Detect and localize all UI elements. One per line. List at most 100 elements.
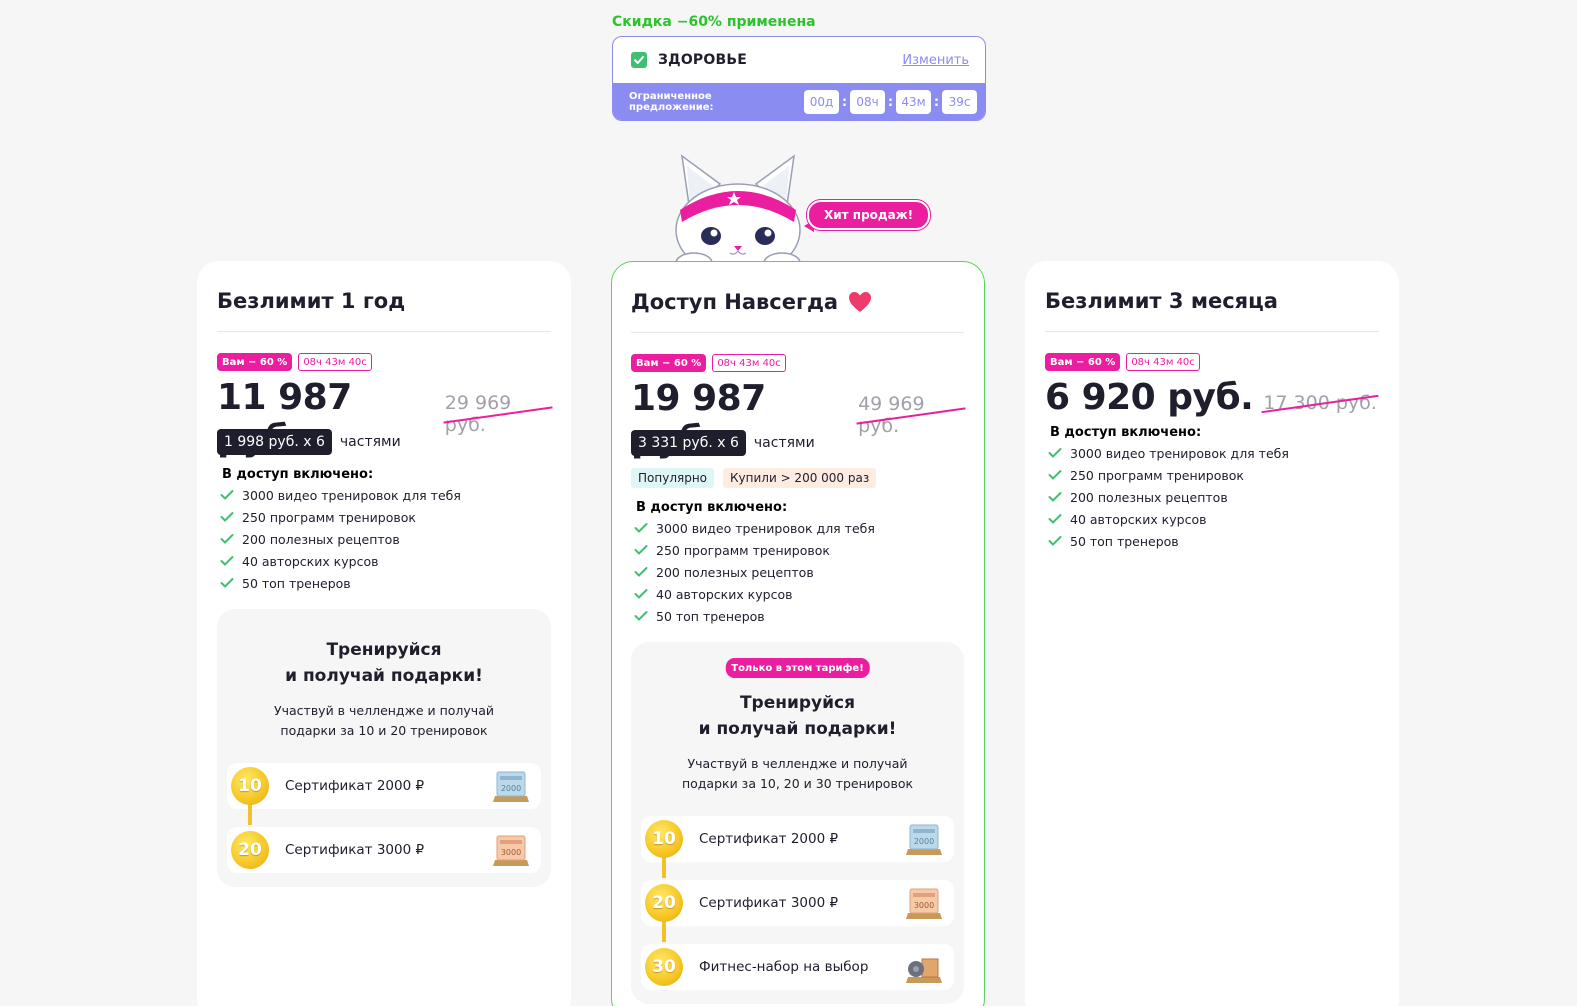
gift-coin: 10: [231, 767, 269, 805]
included-title: В доступ включено:: [222, 467, 374, 482]
gift-item: 10 Сертификат 2000 ₽ 2000: [227, 763, 541, 809]
check-icon: [634, 523, 648, 533]
timer-badge: 08ч 43м 40с: [1126, 353, 1200, 371]
feature-item: 40 авторских курсов: [217, 550, 551, 572]
gifts-title: Тренируйся и получай подарки!: [285, 640, 483, 686]
promo-code-name: ЗДОРОВЬЕ: [658, 52, 747, 68]
gift-item: 30 Фитнес-набор на выбор: [641, 944, 954, 990]
feature-item: 200 полезных рецептов: [1045, 486, 1379, 508]
check-icon: [220, 578, 234, 588]
gifts-description: Участвуй в челлендже и получай подарки за…: [681, 756, 914, 791]
gift-name: Сертификат 3000 ₽: [285, 842, 425, 858]
feature-item: 250 программ тренировок: [217, 506, 551, 528]
svg-text:3000: 3000: [914, 901, 934, 910]
bought-count-tag: Купили > 200 000 раз: [723, 468, 877, 488]
change-promo-link[interactable]: Изменить: [902, 53, 969, 68]
check-icon: [634, 611, 648, 621]
gift-connector: [662, 856, 666, 878]
discount-badge: Вам − 60 %: [217, 353, 293, 371]
gift-coin: 20: [645, 884, 683, 922]
plan-title: Безлимит 1 год: [217, 289, 406, 313]
plan-card-forever[interactable]: Доступ Навсегда Вам − 60 % 08ч 43м 40с 1…: [611, 261, 985, 1006]
certificate-3000-icon: 3000: [493, 835, 529, 866]
cat-mascot-icon: [675, 154, 801, 275]
old-price: 49 969 руб.: [858, 393, 964, 437]
svg-text:2000: 2000: [914, 837, 934, 846]
gifts-block: Только в этом тарифе! Тренируйся и получа…: [631, 642, 964, 1004]
feature-list: 3000 видео тренировок для тебя 250 прогр…: [631, 517, 964, 627]
check-icon: [1048, 448, 1062, 458]
gift-item: 20 Сертификат 3000 ₽ 3000: [641, 880, 954, 926]
plan-title: Доступ Навсегда: [631, 290, 839, 314]
installment-amount: 3 331 руб. x 6: [631, 430, 746, 456]
timer-hours: 08ч: [850, 90, 885, 114]
limited-offer-label: Ограниченное предложение:: [629, 91, 714, 113]
discount-badge: Вам − 60 %: [1045, 353, 1121, 371]
gift-name: Сертификат 2000 ₽: [285, 778, 425, 794]
check-icon: [220, 534, 234, 544]
promo-applied-note: Скидка −60% применена: [612, 14, 816, 30]
gifts-title: Тренируйся и получай подарки!: [698, 693, 897, 739]
discount-badge: Вам − 60 %: [631, 354, 707, 372]
feature-item: 3000 видео тренировок для тебя: [631, 517, 964, 539]
feature-item: 40 авторских курсов: [631, 583, 964, 605]
feature-item: 200 полезных рецептов: [631, 561, 964, 583]
divider: [1045, 331, 1379, 332]
gift-item: 10 Сертификат 2000 ₽ 2000: [641, 816, 954, 862]
feature-item: 250 программ тренировок: [1045, 464, 1379, 486]
certificate-2000-icon: 2000: [906, 824, 942, 855]
feature-item: 50 топ тренеров: [631, 605, 964, 627]
check-icon: [634, 589, 648, 599]
included-title: В доступ включено:: [636, 500, 788, 515]
gift-item: 20 Сертификат 3000 ₽ 3000: [227, 827, 541, 873]
gift-coin: 20: [231, 831, 269, 869]
plan-card-3-months[interactable]: Безлимит 3 месяца Вам − 60 % 08ч 43м 40с…: [1025, 261, 1399, 1006]
gifts-description: Участвуй в челлендже и получай подарки за…: [274, 703, 494, 738]
gifts-block: Тренируйся и получай подарки! Участвуй в …: [217, 609, 551, 887]
included-title: В доступ включено:: [1050, 425, 1202, 440]
installment-label: частями: [339, 434, 401, 450]
check-icon: [1048, 536, 1062, 546]
feature-item: 3000 видео тренировок для тебя: [1045, 442, 1379, 464]
svg-text:2000: 2000: [501, 784, 521, 793]
gift-name: Фитнес-набор на выбор: [699, 959, 869, 975]
exclusive-tariff-badge: Только в этом тарифе!: [725, 658, 870, 678]
check-icon: [220, 490, 234, 500]
current-price: 6 920 руб.: [1045, 377, 1254, 418]
feature-list: 3000 видео тренировок для тебя 250 прогр…: [217, 484, 551, 594]
gift-coin: 10: [645, 820, 683, 858]
gift-coin: 30: [645, 948, 683, 986]
old-price: 29 969 руб.: [445, 392, 551, 436]
plan-card-1-year[interactable]: Безлимит 1 год Вам − 60 % 08ч 43м 40с 11…: [197, 261, 571, 1006]
gift-connector: [248, 803, 252, 825]
divider: [631, 332, 964, 333]
feature-item: 40 авторских курсов: [1045, 508, 1379, 530]
countdown-timer: 00д : 08ч : 43м : 39с: [804, 90, 977, 114]
timer-minutes: 43м: [896, 90, 931, 114]
check-icon: [220, 556, 234, 566]
timer-badge: 08ч 43м 40с: [712, 354, 786, 372]
old-price: 17 300 руб.: [1263, 392, 1377, 414]
divider: [217, 331, 551, 332]
timer-seconds: 39с: [942, 90, 977, 114]
feature-item: 50 топ тренеров: [217, 572, 551, 594]
svg-text:3000: 3000: [501, 848, 521, 857]
bestseller-badge: Хит продаж!: [807, 200, 931, 230]
checkbox-checked-icon[interactable]: [631, 52, 647, 68]
check-icon: [634, 567, 648, 577]
feature-item: 50 топ тренеров: [1045, 530, 1379, 552]
installment-label: частями: [753, 435, 815, 451]
feature-item: 3000 видео тренировок для тебя: [217, 484, 551, 506]
gift-list: 10 Сертификат 2000 ₽ 2000 20 Сертификат …: [227, 763, 541, 873]
feature-item: 200 полезных рецептов: [217, 528, 551, 550]
check-icon: [1048, 492, 1062, 502]
check-icon: [634, 545, 648, 555]
timer-badge: 08ч 43м 40с: [298, 353, 372, 371]
check-icon: [1048, 470, 1062, 480]
gift-name: Сертификат 3000 ₽: [699, 895, 839, 911]
feature-item: 250 программ тренировок: [631, 539, 964, 561]
heart-icon: [849, 292, 872, 312]
popular-tag: Популярно: [631, 468, 715, 488]
timer-days: 00д: [804, 90, 839, 114]
check-icon: [1048, 514, 1062, 524]
